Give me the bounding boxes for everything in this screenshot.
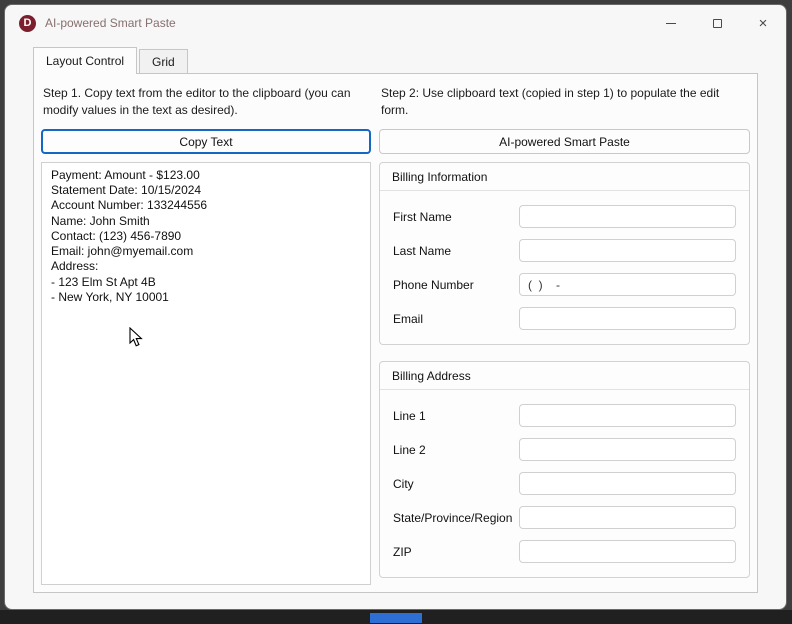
field-email: Email (393, 307, 736, 330)
window-controls: × (648, 5, 786, 41)
tab-grid[interactable]: Grid (139, 49, 188, 73)
field-zip: ZIP (393, 540, 736, 563)
city-input[interactable] (519, 472, 736, 495)
close-icon: × (758, 14, 768, 32)
field-state: State/Province/Region (393, 506, 736, 529)
billing-address-body: Line 1 Line 2 City State/Province/Region… (380, 390, 749, 577)
line2-input[interactable] (519, 438, 736, 461)
billing-information-body: First Name Last Name Phone Number E (380, 191, 749, 344)
step2-instruction: Step 2: Use clipboard text (copied in st… (381, 86, 720, 117)
field-phone-number: Phone Number (393, 273, 736, 296)
close-button[interactable]: × (740, 5, 786, 41)
left-column: Step 1. Copy text from the editor to the… (41, 81, 371, 585)
titlebar: D AI-powered Smart Paste × (5, 5, 786, 41)
right-column: Step 2: Use clipboard text (copied in st… (379, 81, 750, 585)
phone-number-label: Phone Number (393, 277, 474, 292)
city-label: City (393, 476, 414, 491)
field-last-name: Last Name (393, 239, 736, 262)
billing-address-group: Billing Address Line 1 Line 2 City State… (379, 361, 750, 578)
app-window: D AI-powered Smart Paste × Layout Contro… (4, 4, 787, 610)
window-title: AI-powered Smart Paste (45, 16, 176, 30)
tab-panel: Step 1. Copy text from the editor to the… (33, 73, 758, 593)
line2-label: Line 2 (393, 442, 426, 457)
billing-address-title: Billing Address (380, 362, 749, 390)
first-name-input[interactable] (519, 205, 736, 228)
line1-input[interactable] (519, 404, 736, 427)
last-name-input[interactable] (519, 239, 736, 262)
taskbar-active-app-indicator[interactable] (370, 613, 422, 623)
phone-number-input[interactable] (519, 273, 736, 296)
taskbar (0, 610, 792, 624)
first-name-label: First Name (393, 209, 452, 224)
zip-input[interactable] (519, 540, 736, 563)
tab-layout-control[interactable]: Layout Control (33, 47, 138, 74)
billing-information-title: Billing Information (380, 163, 749, 191)
state-label: State/Province/Region (393, 510, 513, 525)
email-label: Email (393, 311, 424, 326)
tab-strip: Layout Control Grid (5, 47, 786, 74)
billing-information-group: Billing Information First Name Last Name… (379, 162, 750, 345)
line1-label: Line 1 (393, 408, 426, 423)
step1-instruction: Step 1. Copy text from the editor to the… (43, 86, 351, 117)
minimize-icon (666, 22, 676, 24)
last-name-label: Last Name (393, 243, 452, 258)
field-city: City (393, 472, 736, 495)
app-icon: D (19, 14, 36, 32)
minimize-button[interactable] (648, 5, 694, 41)
zip-label: ZIP (393, 544, 412, 559)
maximize-button[interactable] (694, 5, 740, 41)
clipboard-editor[interactable]: Payment: Amount - $123.00 Statement Date… (41, 162, 371, 585)
field-line2: Line 2 (393, 438, 736, 461)
field-first-name: First Name (393, 205, 736, 228)
maximize-icon (712, 18, 722, 28)
email-input[interactable] (519, 307, 736, 330)
copy-text-button[interactable]: Copy Text (41, 129, 371, 154)
state-input[interactable] (519, 506, 736, 529)
smart-paste-button[interactable]: AI-powered Smart Paste (379, 129, 750, 154)
desktop-background: D AI-powered Smart Paste × Layout Contro… (0, 0, 792, 624)
field-line1: Line 1 (393, 404, 736, 427)
